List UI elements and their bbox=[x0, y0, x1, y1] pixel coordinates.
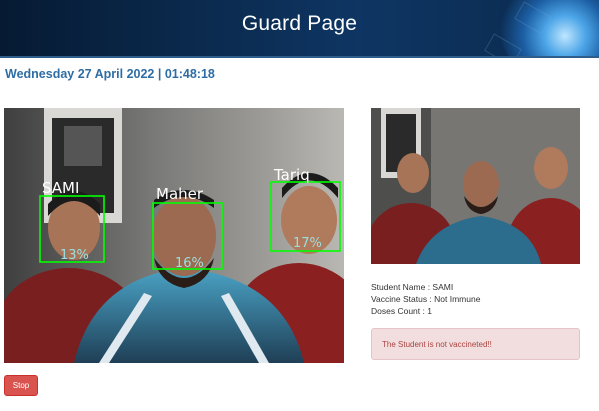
current-datetime: Wednesday 27 April 2022 | 01:48:18 bbox=[5, 67, 215, 81]
snapshot-frame bbox=[371, 108, 580, 264]
camera-frame: SAMI 13% Maher 16% Tariq 17% bbox=[4, 108, 344, 363]
detection-confidence-label: 16% bbox=[175, 256, 204, 271]
detection-name-label: SAMI bbox=[42, 179, 79, 197]
stop-button[interactable]: Stop bbox=[4, 375, 38, 396]
captured-snapshot bbox=[371, 108, 580, 264]
page-title: Guard Page bbox=[241, 12, 358, 35]
detection-name-label: Tariq bbox=[273, 166, 310, 184]
header-divider bbox=[0, 56, 599, 58]
live-camera-feed: SAMI 13% Maher 16% Tariq 17% bbox=[4, 108, 344, 363]
detection-name-label: Maher bbox=[156, 185, 204, 203]
vaccination-alert: The Student is not vaccineted!! bbox=[371, 328, 580, 360]
detection-confidence-label: 17% bbox=[293, 236, 322, 251]
page-header: Guard Page bbox=[0, 0, 599, 58]
detection-confidence-label: 13% bbox=[60, 248, 89, 263]
doses-count: Doses Count : 1 bbox=[371, 306, 432, 316]
student-name: Student Name : SAMI bbox=[371, 282, 454, 292]
vaccine-status: Vaccine Status : Not Immune bbox=[371, 294, 481, 304]
